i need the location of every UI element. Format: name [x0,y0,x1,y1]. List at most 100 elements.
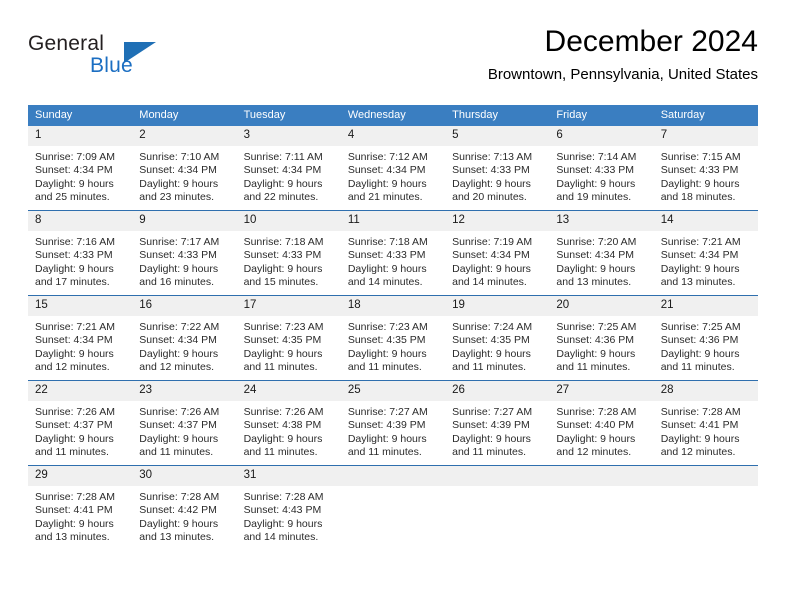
daylight-text-line2: and 14 minutes. [347,276,423,289]
day-details: Sunrise: 7:27 AM Sunset: 4:39 PM Daylight:… [341,401,445,460]
daylight-text-line2: and 11 minutes. [35,446,109,459]
daylight-text-line2: and 13 minutes. [35,531,110,544]
weekday-header-friday: Friday [549,105,654,126]
calendar-day-cell[interactable]: 4 Sunrise: 7:12 AM Sunset: 4:34 PM Daylight… [340,126,446,211]
day-number: 19 [445,296,550,316]
calendar-day-cell[interactable]: 14 Sunrise: 7:21 AM Sunset: 4:34 PM Dayligh… [653,210,758,296]
day-details: Sunrise: 7:21 AM Sunset: 4:34 PM Daylight:… [28,316,132,375]
calendar-day-cell[interactable]: 2 Sunrise: 7:10 AM Sunset: 4:34 PM Daylight… [132,126,237,211]
calendar-day-cell[interactable]: 21 Sunrise: 7:25 AM Sunset: 4:36 PM Dayligh… [653,295,758,381]
day-number: 26 [445,381,550,401]
calendar-day-cell[interactable]: 19 Sunrise: 7:24 AM Sunset: 4:35 PM Dayligh… [445,295,550,381]
calendar-day-cell[interactable]: 17 Sunrise: 7:23 AM Sunset: 4:35 PM Dayligh… [236,295,341,381]
sunset-text: Sunset: 4:43 PM [243,504,322,517]
calendar-day-cell[interactable]: 7 Sunrise: 7:15 AM Sunset: 4:33 PM Daylight… [653,126,758,211]
daylight-text-line2: and 25 minutes. [35,191,110,204]
daylight-text-line1: Daylight: 9 hours [139,432,219,445]
sunrise-text: Sunrise: 7:28 AM [243,491,324,503]
sunrise-text: Sunrise: 7:27 AM [347,406,428,418]
sunrise-text: Sunrise: 7:21 AM [660,236,741,248]
calendar-day-cell[interactable]: 31 Sunrise: 7:28 AM Sunset: 4:43 PM Dayligh… [236,465,341,550]
day-number: 27 [549,381,654,401]
daylight-text-line2: and 11 minutes. [452,361,527,374]
weekday-header-monday: Monday [132,105,237,126]
calendar-day-cell[interactable]: 18 Sunrise: 7:23 AM Sunset: 4:35 PM Dayligh… [340,295,446,381]
day-details: Sunrise: 7:13 AM Sunset: 4:33 PM Daylight:… [445,146,549,205]
calendar-day-cell[interactable]: 12 Sunrise: 7:19 AM Sunset: 4:34 PM Dayligh… [445,210,550,296]
calendar-day-cell[interactable]: 24 Sunrise: 7:26 AM Sunset: 4:38 PM Dayligh… [236,380,341,466]
daylight-text-line2: and 11 minutes. [556,361,631,374]
sunrise-text: Sunrise: 7:28 AM [139,491,220,503]
calendar-day-cell[interactable]: 5 Sunrise: 7:13 AM Sunset: 4:33 PM Daylight… [445,126,550,211]
daylight-text-line1: Daylight: 9 hours [347,432,427,445]
calendar-day-cell[interactable]: 1 Sunrise: 7:09 AM Sunset: 4:34 PM Daylight… [28,126,133,211]
daylight-text-line2: and 18 minutes. [660,191,736,204]
sunrise-text: Sunrise: 7:25 AM [660,321,741,333]
day-details: Sunrise: 7:24 AM Sunset: 4:35 PM Daylight:… [445,316,549,375]
weekday-header-wednesday: Wednesday [340,105,446,126]
sunset-text: Sunset: 4:36 PM [556,334,635,347]
daylight-text-line1: Daylight: 9 hours [243,177,323,190]
title-block: December 2024 Browntown, Pennsylvania, U… [488,24,758,84]
calendar-day-cell[interactable]: 29 Sunrise: 7:28 AM Sunset: 4:41 PM Dayligh… [28,465,133,550]
sunrise-text: Sunrise: 7:23 AM [243,321,324,333]
calendar-day-cell[interactable]: 22 Sunrise: 7:26 AM Sunset: 4:37 PM Dayligh… [28,380,133,466]
calendar-day-cell[interactable]: 27 Sunrise: 7:28 AM Sunset: 4:40 PM Dayligh… [549,380,654,466]
calendar-day-cell[interactable]: 9 Sunrise: 7:17 AM Sunset: 4:33 PM Daylight… [132,210,237,296]
daylight-text-line2: and 21 minutes. [347,191,423,204]
day-details: Sunrise: 7:28 AM Sunset: 4:41 PM Daylight:… [654,401,758,460]
sunset-text: Sunset: 4:41 PM [35,504,113,517]
daylight-text-line1: Daylight: 9 hours [139,347,219,360]
calendar-day-cell[interactable]: 3 Sunrise: 7:11 AM Sunset: 4:34 PM Daylight… [236,126,341,211]
calendar-day-cell[interactable]: 8 Sunrise: 7:16 AM Sunset: 4:33 PM Daylight… [28,210,133,296]
calendar-day-cell-empty [549,465,654,550]
calendar-day-cell[interactable]: 23 Sunrise: 7:26 AM Sunset: 4:37 PM Dayligh… [132,380,237,466]
sunrise-text: Sunrise: 7:17 AM [139,236,220,248]
calendar-day-cell[interactable]: 28 Sunrise: 7:28 AM Sunset: 4:41 PM Dayligh… [653,380,758,466]
calendar-day-cell[interactable]: 16 Sunrise: 7:22 AM Sunset: 4:34 PM Dayligh… [132,295,237,381]
calendar-day-cell[interactable]: 20 Sunrise: 7:25 AM Sunset: 4:36 PM Dayligh… [549,295,654,381]
sunset-text: Sunset: 4:34 PM [452,249,530,262]
calendar-day-cell[interactable]: 13 Sunrise: 7:20 AM Sunset: 4:34 PM Dayligh… [549,210,654,296]
sunrise-text: Sunrise: 7:15 AM [660,151,741,163]
calendar-day-cell[interactable]: 26 Sunrise: 7:27 AM Sunset: 4:39 PM Dayligh… [445,380,550,466]
sunrise-text: Sunrise: 7:25 AM [556,321,637,333]
daylight-text-line1: Daylight: 9 hours [139,517,219,530]
calendar-day-cell[interactable]: 25 Sunrise: 7:27 AM Sunset: 4:39 PM Dayligh… [340,380,446,466]
day-number: 11 [340,211,446,231]
sunset-text: Sunset: 4:42 PM [139,504,217,517]
sunrise-text: Sunrise: 7:26 AM [243,406,324,418]
day-details: Sunrise: 7:18 AM Sunset: 4:33 PM Daylight:… [237,231,341,290]
day-number: 7 [653,126,758,146]
daylight-text-line1: Daylight: 9 hours [660,432,740,445]
calendar-day-cell[interactable]: 6 Sunrise: 7:14 AM Sunset: 4:33 PM Daylight… [549,126,654,211]
calendar-day-cell[interactable]: 30 Sunrise: 7:28 AM Sunset: 4:42 PM Dayligh… [132,465,237,550]
daylight-text-line1: Daylight: 9 hours [452,432,531,445]
day-details: Sunrise: 7:26 AM Sunset: 4:38 PM Daylight:… [237,401,341,460]
sunrise-text: Sunrise: 7:09 AM [35,151,115,163]
sunrise-text: Sunrise: 7:10 AM [139,151,220,163]
day-details: Sunrise: 7:10 AM Sunset: 4:34 PM Daylight:… [132,146,236,205]
daylight-text-line1: Daylight: 9 hours [243,347,323,360]
brand-logo[interactable]: General Blue [28,32,208,82]
day-details: Sunrise: 7:22 AM Sunset: 4:34 PM Daylight:… [132,316,236,375]
day-number [549,466,654,486]
page-title: December 2024 [544,25,758,58]
daylight-text-line2: and 17 minutes. [35,276,110,289]
sunset-text: Sunset: 4:33 PM [139,249,217,262]
calendar-page: General Blue December 2024 Browntown, Pe… [0,0,792,612]
day-details: Sunrise: 7:19 AM Sunset: 4:34 PM Daylight:… [445,231,549,290]
daylight-text-line1: Daylight: 9 hours [452,262,531,275]
location-subtitle: Browntown, Pennsylvania, United States [487,66,758,83]
calendar-day-cell[interactable]: 10 Sunrise: 7:18 AM Sunset: 4:33 PM Dayligh… [236,210,341,296]
day-details: Sunrise: 7:14 AM Sunset: 4:33 PM Daylight:… [549,146,653,205]
daylight-text-line1: Daylight: 9 hours [660,347,740,360]
calendar-day-cell[interactable]: 15 Sunrise: 7:21 AM Sunset: 4:34 PM Dayligh… [28,295,133,381]
daylight-text-line1: Daylight: 9 hours [556,347,636,360]
calendar-day-cell[interactable]: 11 Sunrise: 7:18 AM Sunset: 4:33 PM Dayligh… [340,210,446,296]
daylight-text-line1: Daylight: 9 hours [347,347,427,360]
daylight-text-line1: Daylight: 9 hours [35,262,114,275]
weekday-header-sunday: Sunday [28,105,133,126]
daylight-text-line2: and 13 minutes. [556,276,632,289]
daylight-text-line2: and 16 minutes. [139,276,214,289]
